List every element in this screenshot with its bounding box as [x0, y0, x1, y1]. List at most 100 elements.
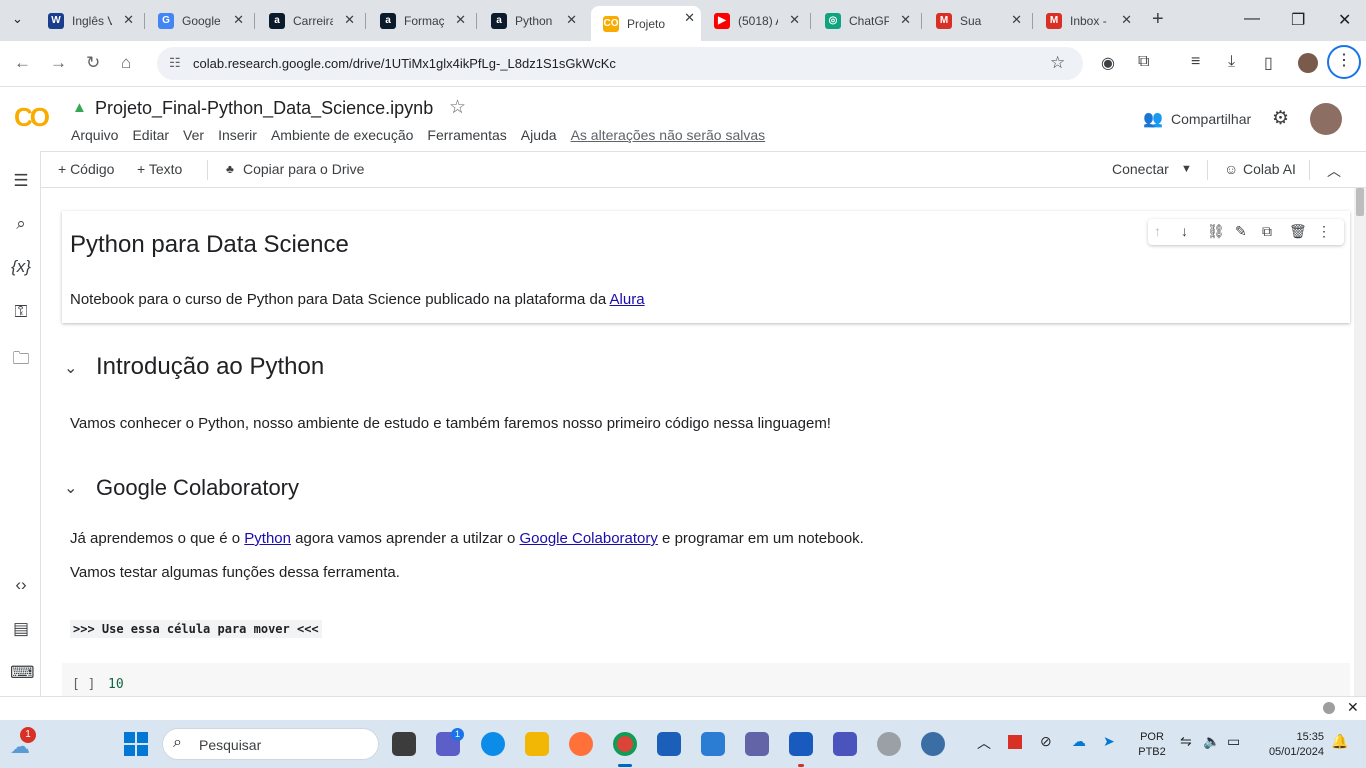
- bookmark-star-icon[interactable]: ☆: [1050, 53, 1065, 73]
- link-icon[interactable]: ⛓: [1207, 223, 1225, 240]
- menu-ferramentas[interactable]: Ferramentas: [427, 127, 506, 143]
- tab-close-icon[interactable]: ✕: [344, 12, 355, 28]
- colab-logo[interactable]: CO: [14, 102, 50, 133]
- google-colab-link[interactable]: Google Colaboratory: [519, 530, 657, 547]
- markdown-cell-title[interactable]: ↑ ↓ ⛓ ✎ ⧉ 🗑 ⋮ Python para Data Science N…: [62, 211, 1350, 323]
- code-cell[interactable]: [ ] 10: [62, 663, 1350, 696]
- tab-search-icon[interactable]: ⌄: [12, 11, 23, 27]
- tray-icon-2[interactable]: ⊘: [1040, 733, 1052, 750]
- minimize-icon[interactable]: —: [1244, 10, 1260, 28]
- menu-ver[interactable]: Ver: [183, 127, 204, 143]
- edit-pencil-icon[interactable]: ✎: [1235, 223, 1247, 240]
- menu-inserir[interactable]: Inserir: [218, 127, 257, 143]
- notebook-scrollbar[interactable]: [1354, 188, 1366, 696]
- profile-avatar[interactable]: [1298, 53, 1318, 73]
- share-button[interactable]: Compartilhar: [1171, 111, 1251, 127]
- vpn-icon[interactable]: [921, 732, 945, 756]
- back-icon[interactable]: ←: [14, 53, 31, 73]
- clock[interactable]: 15:35 05/01/2024: [1262, 730, 1324, 760]
- tab-close-icon[interactable]: ✕: [1011, 12, 1022, 28]
- run-cell-button[interactable]: [ ]: [72, 677, 95, 692]
- tab-close-icon[interactable]: ✕: [789, 12, 800, 28]
- tab-close-icon[interactable]: ✕: [455, 12, 466, 28]
- close-status-icon[interactable]: ✕: [1347, 699, 1359, 716]
- search-icon[interactable]: ⌕: [10, 214, 32, 234]
- delete-icon[interactable]: 🗑: [1289, 223, 1307, 240]
- task-view-icon[interactable]: [392, 732, 416, 756]
- tray-app-icon[interactable]: [1008, 735, 1022, 749]
- close-window-icon[interactable]: ✕: [1338, 10, 1351, 30]
- connect-button[interactable]: Conectar: [1112, 161, 1169, 177]
- start-windows-icon[interactable]: [124, 732, 148, 756]
- browser-tab[interactable]: G Google ✕: [146, 8, 250, 33]
- new-tab-button[interactable]: +: [1152, 8, 1164, 31]
- app-icon[interactable]: [877, 732, 901, 756]
- language-indicator[interactable]: POR PTB2: [1138, 730, 1166, 760]
- notebook-title[interactable]: Projeto_Final-Python_Data_Science.ipynb: [95, 98, 433, 119]
- show-hidden-icons[interactable]: ︿: [977, 733, 991, 753]
- code-snippets-icon[interactable]: ‹›: [10, 575, 32, 595]
- onedrive-icon[interactable]: ☁: [1072, 733, 1086, 750]
- browser-tab[interactable]: a Formaç ✕: [368, 8, 472, 33]
- battery-icon[interactable]: ▭: [1227, 733, 1240, 750]
- add-code-button[interactable]: + Código: [58, 161, 114, 177]
- table-of-contents-icon[interactable]: ☰: [10, 171, 32, 191]
- connect-dropdown-icon[interactable]: ▼: [1181, 163, 1192, 175]
- address-bar[interactable]: ☷ colab.research.google.com/drive/1UTiMx…: [157, 47, 1083, 80]
- volume-icon[interactable]: 🔈: [1203, 733, 1220, 750]
- edge-icon[interactable]: [481, 732, 505, 756]
- browser-tab[interactable]: ▶ (5018) A ✕: [702, 8, 806, 33]
- menu-arquivo[interactable]: Arquivo: [71, 127, 118, 143]
- files-folder-icon[interactable]: 🗀: [10, 346, 32, 375]
- download-icon[interactable]: ⤓: [1228, 53, 1235, 71]
- network-icon[interactable]: ⇋: [1180, 733, 1192, 750]
- account-avatar[interactable]: [1310, 103, 1342, 135]
- collapse-chevron-icon[interactable]: ︿: [1327, 161, 1341, 181]
- firefox-icon[interactable]: [569, 732, 593, 756]
- url-text[interactable]: colab.research.google.com/drive/1UTiMx1g…: [193, 56, 616, 71]
- browser-tab[interactable]: ◎ ChatGP ✕: [813, 8, 917, 33]
- tab-close-icon[interactable]: ✕: [123, 12, 134, 28]
- add-text-button[interactable]: + Texto: [137, 161, 182, 177]
- forward-icon[interactable]: →: [50, 53, 67, 73]
- unsaved-warning-link[interactable]: As alterações não serão salvas: [571, 127, 766, 143]
- tab-close-icon[interactable]: ✕: [1121, 12, 1132, 28]
- move-down-icon[interactable]: ↓: [1181, 223, 1188, 239]
- python-link[interactable]: Python: [244, 530, 291, 547]
- notes-icon[interactable]: [701, 732, 725, 756]
- puzzle-icon[interactable]: ⧉: [1138, 53, 1149, 71]
- browser-tab[interactable]: M Inbox - ✕: [1034, 8, 1138, 33]
- teams-new-icon[interactable]: [833, 732, 857, 756]
- scrollbar-thumb[interactable]: [1356, 188, 1364, 216]
- store-icon[interactable]: [657, 732, 681, 756]
- menu-ajuda[interactable]: Ajuda: [521, 127, 557, 143]
- browser-menu-icon[interactable]: ⋮: [1327, 45, 1361, 79]
- settings-gear-icon[interactable]: ⚙: [1272, 107, 1289, 130]
- browser-tab[interactable]: CO Projeto ✕: [591, 6, 701, 41]
- tab-close-icon[interactable]: ✕: [566, 12, 577, 28]
- tab-close-icon[interactable]: ✕: [233, 12, 244, 28]
- home-icon[interactable]: ⌂: [121, 53, 131, 73]
- mirror-cell-icon[interactable]: ⧉: [1262, 223, 1272, 240]
- menu-ambiente[interactable]: Ambiente de execução: [271, 127, 413, 143]
- section-collapse-icon-2[interactable]: ⌄: [64, 478, 77, 498]
- tab-close-icon[interactable]: ✕: [684, 10, 695, 26]
- tab-close-icon[interactable]: ✕: [900, 12, 911, 28]
- media-icon[interactable]: ≡: [1191, 53, 1200, 71]
- menu-editar[interactable]: Editar: [132, 127, 169, 143]
- chrome-icon[interactable]: [613, 732, 637, 756]
- browser-tab[interactable]: a Python ✕: [479, 8, 583, 33]
- alura-link[interactable]: Alura: [610, 291, 645, 308]
- star-icon[interactable]: ☆: [449, 96, 466, 119]
- browser-tab[interactable]: W Inglês V ✕: [36, 8, 140, 33]
- more-options-icon[interactable]: ⋮: [1317, 223, 1331, 240]
- copy-to-drive-button[interactable]: Copiar para o Drive: [243, 161, 364, 177]
- side-panel-icon[interactable]: ▯: [1264, 53, 1273, 73]
- site-info-icon[interactable]: ☷: [169, 55, 181, 71]
- reload-icon[interactable]: ↻: [86, 53, 100, 73]
- taskbar-search[interactable]: ⌕ Pesquisar: [162, 728, 379, 760]
- browser-tab[interactable]: a Carreira ✕: [257, 8, 361, 33]
- extension-icon[interactable]: ◉: [1101, 53, 1115, 73]
- notifications-bell-icon[interactable]: 🔔: [1331, 733, 1348, 750]
- share-people-icon[interactable]: 👥: [1143, 109, 1163, 129]
